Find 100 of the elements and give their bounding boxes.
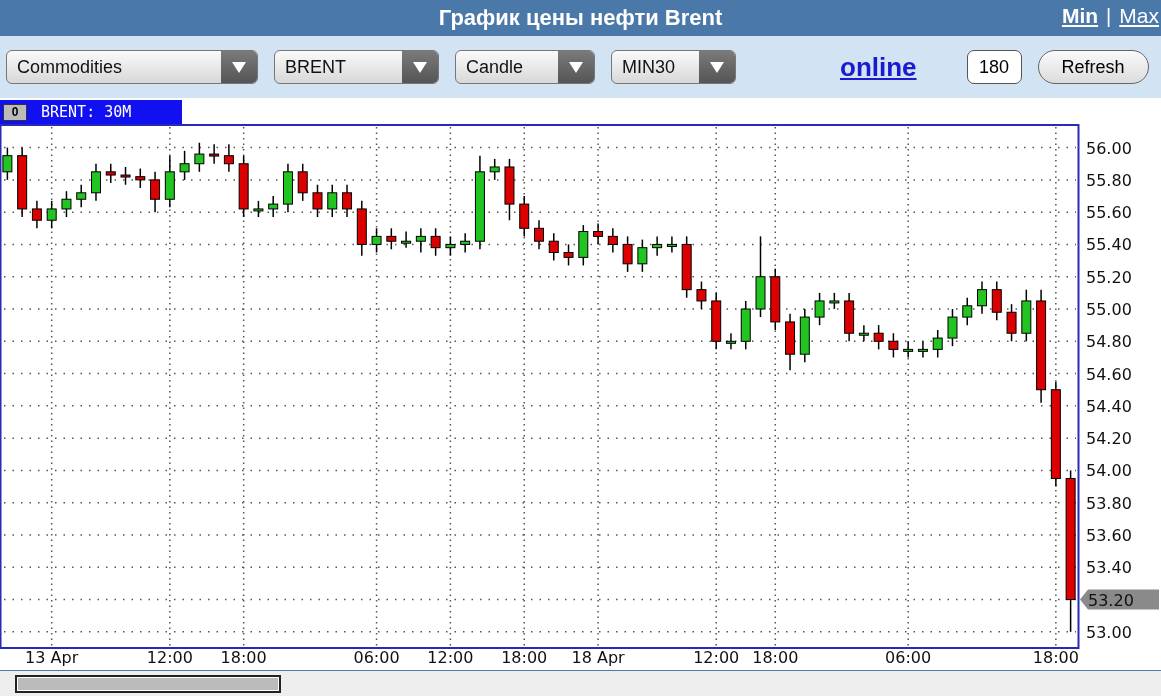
candlestick — [238, 154, 249, 218]
candlestick — [681, 235, 692, 299]
time-label: 06:00 — [353, 648, 400, 667]
candlestick — [91, 163, 101, 202]
candlestick — [991, 280, 1002, 322]
panel-button[interactable]: 0 — [3, 103, 27, 121]
time-label: 18:00 — [220, 648, 267, 667]
candlestick — [903, 340, 914, 359]
online-link[interactable]: online — [840, 51, 917, 83]
candlestick — [223, 143, 234, 173]
page-title: График цены нефти Brent — [438, 5, 723, 31]
price-label: 55.00 — [1086, 300, 1132, 319]
candlestick — [947, 308, 958, 347]
candlestick — [1021, 288, 1032, 343]
candlestick — [740, 300, 751, 351]
dropdown[interactable]: Commodities — [6, 50, 258, 84]
candlestick — [268, 195, 279, 218]
candlestick — [105, 163, 116, 184]
candlestick — [253, 200, 264, 218]
price-label: 53.80 — [1086, 493, 1132, 513]
refresh-button[interactable]: Refresh — [1037, 50, 1149, 84]
candlestick — [61, 190, 72, 218]
candlestick — [696, 280, 707, 310]
candlestick — [460, 232, 471, 254]
candlestick — [342, 184, 353, 218]
candlestick — [76, 184, 87, 209]
candlestick — [652, 235, 663, 257]
candlestick — [962, 296, 973, 326]
chart-title: BRENT: 30M — [41, 103, 132, 121]
scrollbar-thumb[interactable] — [15, 674, 281, 693]
price-marker: 53.20 — [1080, 589, 1159, 610]
candlestick — [917, 340, 928, 359]
price-label: 53.40 — [1086, 558, 1132, 578]
candlestick — [519, 195, 530, 238]
candlestick — [858, 324, 869, 343]
candlestick — [46, 200, 57, 230]
candlestick — [844, 292, 855, 343]
time-label: 18:00 — [752, 648, 799, 667]
candlestick — [120, 166, 131, 186]
candlestick — [415, 227, 426, 254]
candlestick — [548, 232, 559, 262]
candlestick — [17, 146, 28, 218]
time-label: 18 Apr — [571, 648, 625, 667]
price-label: 55.80 — [1086, 170, 1132, 190]
time-label: 12:00 — [146, 648, 193, 667]
candlestick — [814, 292, 825, 326]
time-label: 06:00 — [885, 648, 932, 667]
price-label: 53.60 — [1086, 526, 1132, 545]
time-label: 18:00 — [501, 648, 548, 667]
candlestick — [563, 243, 574, 267]
candlestick — [194, 142, 205, 173]
candlestick — [430, 227, 441, 257]
candlestick — [150, 171, 161, 213]
candlestick — [164, 154, 175, 209]
view-link[interactable]: Min — [1061, 4, 1099, 28]
candlestick — [799, 308, 810, 364]
price-label: 54.80 — [1086, 332, 1132, 352]
price-label: 54.60 — [1086, 364, 1132, 384]
candlestick — [770, 267, 781, 331]
dropdown[interactable]: MIN30 — [611, 50, 736, 84]
candlestick — [371, 227, 382, 254]
candlestick — [327, 184, 338, 218]
candlestick — [445, 235, 456, 257]
candlestick — [489, 158, 500, 181]
candlestick — [932, 329, 943, 359]
dropdown[interactable]: BRENT — [274, 50, 439, 84]
candlestick — [282, 163, 293, 213]
view-link[interactable]: Max — [1119, 4, 1159, 28]
candlestick — [888, 332, 899, 359]
candlestick — [135, 167, 146, 189]
candlestick — [725, 332, 736, 351]
price-label: 53.00 — [1086, 622, 1132, 642]
candlestick — [829, 292, 840, 310]
candlestick — [666, 235, 677, 254]
candlestick — [622, 235, 633, 273]
separator: | — [1106, 5, 1112, 28]
price-label: 55.20 — [1086, 267, 1132, 287]
dropdown[interactable]: Candle — [455, 50, 595, 84]
candlestick — [977, 280, 987, 315]
candlestick — [386, 227, 397, 251]
time-label: 12:00 — [427, 648, 474, 667]
time-label: 18:00 — [1032, 648, 1079, 667]
candlestick — [2, 146, 13, 181]
candlestick — [312, 184, 323, 218]
interval-input[interactable]: 180 — [966, 50, 1022, 84]
candlestick — [711, 292, 722, 351]
candlestick — [637, 238, 648, 273]
price-label: 54.20 — [1086, 429, 1132, 449]
candlestick — [593, 222, 604, 246]
candlestick — [356, 200, 367, 257]
time-label: 12:00 — [693, 648, 740, 667]
candlestick — [179, 150, 190, 181]
candlestick — [31, 200, 42, 230]
candlestick — [401, 230, 412, 249]
candlestick — [873, 324, 884, 351]
price-label: 54.40 — [1086, 396, 1132, 416]
candlestick — [504, 158, 515, 221]
candlestick — [297, 163, 308, 202]
candlestick — [209, 143, 220, 165]
candlestick — [1006, 303, 1017, 343]
